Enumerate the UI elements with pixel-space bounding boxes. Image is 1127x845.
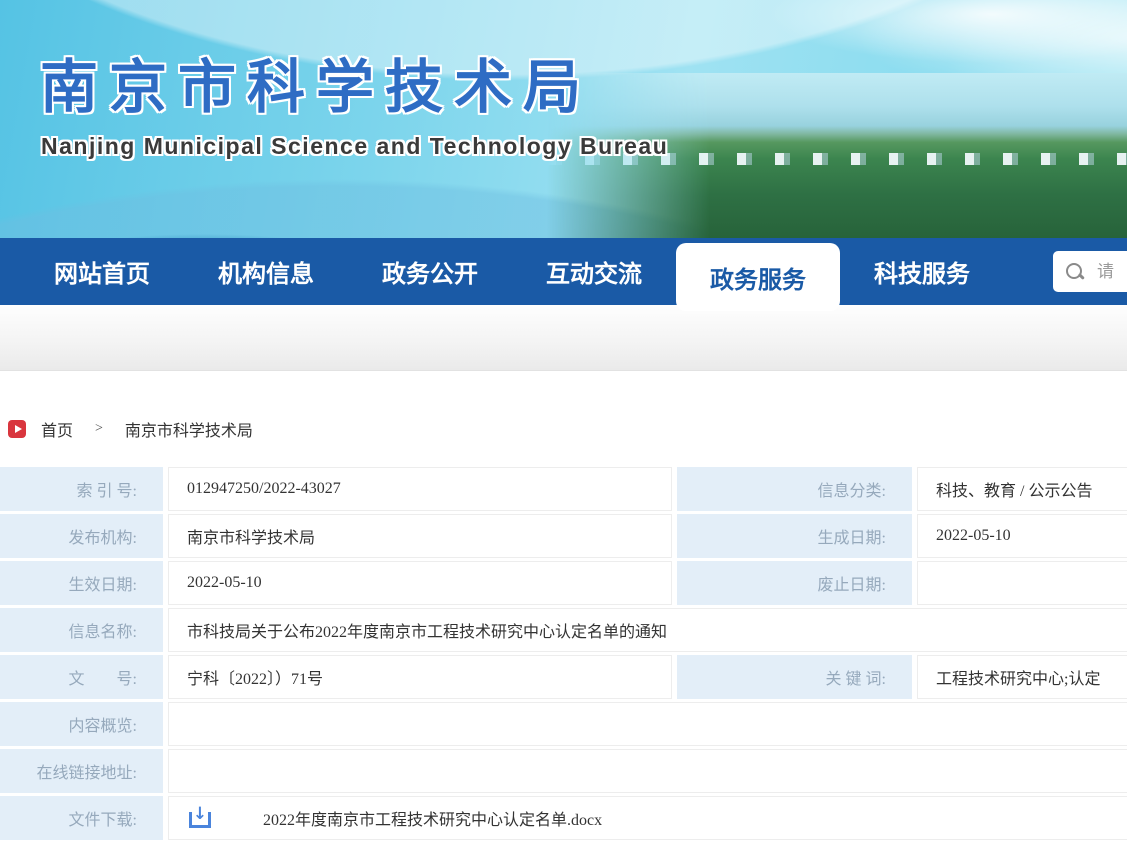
label-expiry-date: 废止日期: — [677, 561, 912, 605]
table-row-content-overview: 内容概览: — [0, 702, 1127, 746]
nav-item-home[interactable]: 网站首页 — [20, 238, 184, 305]
site-banner: 南京市科学技术局 Nanjing Municipal Science and T… — [0, 0, 1127, 238]
breadcrumb-home-link[interactable]: 首页 — [41, 417, 73, 441]
nav-item-organization-info[interactable]: 机构信息 — [184, 238, 348, 305]
value-generate-date: 2022-05-10 — [917, 514, 1127, 558]
label-content-overview: 内容概览: — [0, 702, 163, 746]
value-keywords: 工程技术研究中心;认定 — [917, 655, 1127, 699]
label-file-download: 文件下载: — [0, 796, 163, 840]
search-input[interactable] — [1097, 262, 1127, 282]
value-index-number: 012947250/2022-43027 — [168, 467, 672, 511]
nav-item-government-services-active[interactable]: 政务服务 — [676, 243, 840, 311]
breadcrumb-current-page: 南京市科学技术局 — [125, 417, 253, 441]
table-row-info-title: 信息名称: 市科技局关于公布2022年度南京市工程技术研究中心认定名单的通知 — [0, 608, 1127, 652]
value-info-title: 市科技局关于公布2022年度南京市工程技术研究中心认定名单的通知 — [168, 608, 1127, 652]
label-document-number: 文 号: — [0, 655, 163, 699]
label-online-link: 在线链接地址: — [0, 749, 163, 793]
label-generate-date: 生成日期: — [677, 514, 912, 558]
nav-item-government-affairs[interactable]: 政务公开 — [348, 238, 512, 305]
site-subtitle-english: Nanjing Municipal Science and Technology… — [41, 133, 668, 160]
value-expiry-date — [917, 561, 1127, 605]
table-row-index-number: 索 引 号: 012947250/2022-43027 信息分类: 科技、教育 … — [0, 467, 1127, 511]
label-effective-date: 生效日期: — [0, 561, 163, 605]
download-icon[interactable] — [189, 808, 211, 828]
value-file-download: 2022年度南京市工程技术研究中心认定名单.docx — [168, 796, 1127, 840]
label-info-title: 信息名称: — [0, 608, 163, 652]
breadcrumb-separator: > — [95, 421, 103, 437]
document-metadata-table: 索 引 号: 012947250/2022-43027 信息分类: 科技、教育 … — [0, 467, 1127, 840]
table-row-effective-date: 生效日期: 2022-05-10 废止日期: — [0, 561, 1127, 605]
value-online-link — [168, 749, 1127, 793]
value-publisher: 南京市科学技术局 — [168, 514, 672, 558]
value-effective-date: 2022-05-10 — [168, 561, 672, 605]
download-file-link[interactable]: 2022年度南京市工程技术研究中心认定名单.docx — [263, 806, 602, 830]
secondary-nav-band — [0, 305, 1127, 371]
table-row-document-number: 文 号: 宁科〔2022〕）71号 关 键 词: 工程技术研究中心;认定 — [0, 655, 1127, 699]
label-index-number: 索 引 号: — [0, 467, 163, 511]
main-navigation: 网站首页 机构信息 政务公开 互动交流 政务服务 科技服务 — [0, 238, 1127, 305]
table-row-online-link: 在线链接地址: — [0, 749, 1127, 793]
label-keywords: 关 键 词: — [677, 655, 912, 699]
search-icon — [1065, 262, 1085, 282]
value-content-overview — [168, 702, 1127, 746]
nav-item-interaction[interactable]: 互动交流 — [512, 238, 676, 305]
breadcrumb-play-icon — [8, 420, 26, 438]
label-info-category: 信息分类: — [677, 467, 912, 511]
nav-item-tech-services[interactable]: 科技服务 — [840, 238, 1004, 305]
table-row-publisher: 发布机构: 南京市科学技术局 生成日期: 2022-05-10 — [0, 514, 1127, 558]
value-info-category: 科技、教育 / 公示公告 — [917, 467, 1127, 511]
value-document-number: 宁科〔2022〕）71号 — [168, 655, 672, 699]
breadcrumb: 首页 > 南京市科学技术局 — [8, 419, 1127, 439]
search-box[interactable] — [1053, 251, 1127, 292]
table-row-file-download: 文件下载: 2022年度南京市工程技术研究中心认定名单.docx — [0, 796, 1127, 840]
site-title: 南京市科学技术局 — [40, 40, 592, 124]
label-publisher: 发布机构: — [0, 514, 163, 558]
